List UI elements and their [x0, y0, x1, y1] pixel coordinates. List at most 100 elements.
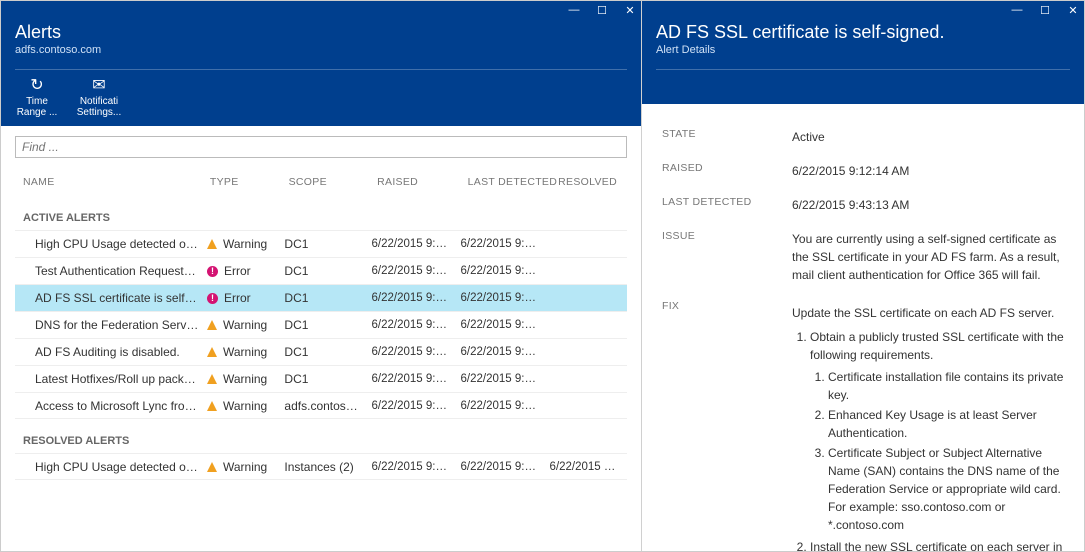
minimize-button[interactable]: —: [567, 3, 581, 17]
cell-scope: DC1: [284, 264, 371, 278]
type-label: Warning: [223, 345, 267, 359]
cell-raised: 6/22/2015 9:12:14: [372, 319, 461, 331]
fix-step1-sub1: Certificate installation file contains i…: [828, 368, 1064, 404]
cell-raised: 6/22/2015 9:12:14: [372, 400, 461, 412]
state-label: STATE: [662, 128, 792, 146]
cell-last: 6/22/2015 9:43:13: [461, 346, 550, 358]
type-label: Warning: [223, 318, 267, 332]
fix-label: FIX: [662, 300, 792, 551]
cell-scope: DC1: [284, 372, 371, 386]
table-row[interactable]: High CPU Usage detected on the Feder...W…: [15, 453, 627, 480]
raised-label: RAISED: [662, 162, 792, 180]
cell-last: 6/22/2015 9:59:03: [461, 238, 550, 250]
table-row[interactable]: Latest Hotfixes/Roll up packs are not in…: [15, 365, 627, 392]
table-row[interactable]: High CPU Usage detected on the Feder...W…: [15, 230, 627, 257]
last-detected-value: 6/22/2015 9:43:13 AM: [792, 196, 1064, 214]
table-row[interactable]: Access to Microsoft Lync from the extra.…: [15, 392, 627, 419]
fix-step1-sub2: Enhanced Key Usage is at least Server Au…: [828, 406, 1064, 442]
active-section-head: ACTIVE ALERTS: [15, 196, 627, 230]
cell-type: Warning: [207, 237, 284, 251]
cell-last: 6/22/2015 9:43:13: [461, 265, 550, 277]
type-label: Warning: [223, 399, 267, 413]
alert-details-pane: — ☐ ✕ AD FS SSL certificate is self-sign…: [642, 1, 1084, 551]
fix-step1-sub3: Certificate Subject or Subject Alternati…: [828, 444, 1064, 534]
cell-scope: DC1: [284, 237, 371, 251]
col-name: NAME: [23, 176, 210, 188]
minimize-button[interactable]: —: [1010, 3, 1024, 17]
cell-raised: 6/22/2015 9:12:14: [372, 292, 461, 304]
cell-name: Latest Hotfixes/Roll up packs are not in…: [35, 372, 207, 386]
cell-last: 6/22/2015 9:12:13: [461, 373, 550, 385]
alerts-pane: — ☐ ✕ Alerts adfs.contoso.com ↻ Time Ran…: [1, 1, 642, 551]
state-value: Active: [792, 128, 1064, 146]
type-label: Error: [224, 264, 251, 278]
cell-type: Warning: [207, 399, 284, 413]
time-range-button[interactable]: ↻ Time Range ...: [15, 76, 59, 118]
warning-icon: [207, 374, 217, 384]
cell-last: 6/22/2015 9:43:13: [461, 400, 550, 412]
table-row[interactable]: AD FS Auditing is disabled.WarningDC16/2…: [15, 338, 627, 365]
cell-type: Warning: [207, 372, 284, 386]
type-label: Error: [224, 291, 251, 305]
table-row[interactable]: AD FS SSL certificate is self-signed.!Er…: [15, 284, 627, 311]
cell-type: ! Error: [207, 264, 284, 278]
notification-settings-label: Notificati Settings...: [77, 96, 121, 118]
col-last: LAST DETECTED: [468, 176, 559, 188]
alerts-title: Alerts: [15, 21, 627, 43]
fix-intro: Update the SSL certificate on each AD FS…: [792, 304, 1064, 322]
close-button[interactable]: ✕: [1066, 3, 1080, 17]
error-icon: !: [207, 266, 218, 277]
column-headers: NAME TYPE SCOPE RAISED LAST DETECTED RES…: [15, 158, 627, 196]
fix-value: Update the SSL certificate on each AD FS…: [792, 300, 1064, 551]
issue-value: You are currently using a self-signed ce…: [792, 230, 1064, 284]
warning-icon: [207, 401, 217, 411]
close-button[interactable]: ✕: [623, 3, 637, 17]
cell-scope: Instances (2): [284, 460, 371, 474]
warning-icon: [207, 347, 217, 357]
details-scroll[interactable]: STATE Active RAISED 6/22/2015 9:12:14 AM…: [642, 104, 1084, 551]
cell-name: Test Authentication Request (Synthetic..…: [35, 264, 207, 278]
maximize-button[interactable]: ☐: [595, 3, 609, 17]
clock-icon: ↻: [30, 76, 43, 94]
cell-name: AD FS Auditing is disabled.: [35, 345, 207, 359]
cell-type: ! Error: [207, 291, 284, 305]
cell-last: 6/22/2015 9:43:13: [461, 292, 550, 304]
cell-name: DNS for the Federation Service may be...: [35, 318, 207, 332]
alerts-header: — ☐ ✕ Alerts adfs.contoso.com ↻ Time Ran…: [1, 1, 641, 126]
cell-scope: DC1: [284, 345, 371, 359]
cell-raised: 6/22/2015 9:55:59: [372, 238, 461, 250]
error-icon: !: [207, 293, 218, 304]
mail-icon: ✉: [92, 76, 105, 94]
col-raised: RAISED: [377, 176, 468, 188]
alerts-table: NAME TYPE SCOPE RAISED LAST DETECTED RES…: [1, 158, 641, 551]
cell-raised: 6/22/2015 9:12:14: [372, 346, 461, 358]
raised-value: 6/22/2015 9:12:14 AM: [792, 162, 1064, 180]
cell-scope: DC1: [284, 291, 371, 305]
cell-last: 6/22/2015 9:52:58: [461, 461, 550, 473]
cell-name: Access to Microsoft Lync from the extra.…: [35, 399, 207, 413]
cell-resolved: 6/22/2015 9:53:58: [550, 461, 627, 473]
cell-raised: 6/22/2015 9:12:14: [372, 265, 461, 277]
issue-label: ISSUE: [662, 230, 792, 284]
details-header: — ☐ ✕ AD FS SSL certificate is self-sign…: [642, 1, 1084, 104]
table-row[interactable]: Test Authentication Request (Synthetic..…: [15, 257, 627, 284]
last-detected-label: LAST DETECTED: [662, 196, 792, 214]
table-row[interactable]: DNS for the Federation Service may be...…: [15, 311, 627, 338]
cell-raised: 6/22/2015 9:12:14: [372, 373, 461, 385]
notification-settings-button[interactable]: ✉ Notificati Settings...: [77, 76, 121, 118]
alerts-subtitle: adfs.contoso.com: [15, 43, 627, 57]
fix-step2: Install the new SSL certificate on each …: [810, 538, 1064, 551]
col-type: TYPE: [210, 176, 289, 188]
resolved-section-head: RESOLVED ALERTS: [15, 419, 627, 453]
maximize-button[interactable]: ☐: [1038, 3, 1052, 17]
warning-icon: [207, 320, 217, 330]
type-label: Warning: [223, 460, 267, 474]
cell-type: Warning: [207, 318, 284, 332]
cell-last: 6/22/2015 9:43:13: [461, 319, 550, 331]
warning-icon: [207, 239, 217, 249]
cell-type: Warning: [207, 460, 284, 474]
details-subtitle: Alert Details: [656, 43, 1070, 57]
type-label: Warning: [223, 372, 267, 386]
warning-icon: [207, 462, 217, 472]
find-input[interactable]: [15, 136, 627, 158]
